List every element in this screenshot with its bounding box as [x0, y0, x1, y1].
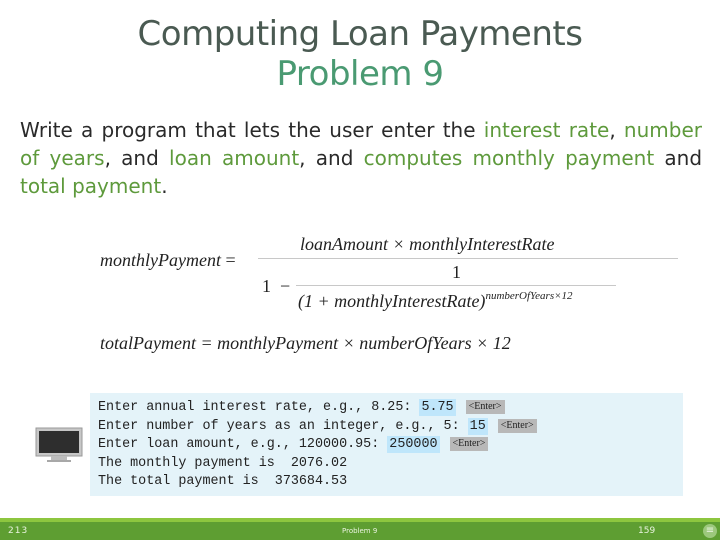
highlighted-term: total payment	[20, 174, 162, 198]
slide-subtitle: Problem 9	[276, 54, 444, 94]
enter-key-label: <Enter>	[497, 418, 537, 433]
formula-inner-numerator: 1	[452, 262, 461, 282]
console-prompt: The total payment is 373684.53	[98, 474, 348, 489]
console-prompt: The monthly payment is 2076.02	[98, 455, 348, 471]
console-prompt: Enter loan amount, e.g., 120000.95:	[98, 437, 388, 452]
console-user-input: 15	[467, 417, 488, 435]
console-prompt: Enter annual interest rate, e.g., 8.25:	[98, 400, 420, 415]
slide-title: Computing Loan Payments Problem 9	[0, 14, 720, 94]
console-user-input: 5.75	[419, 399, 456, 416]
console-line: Enter annual interest rate, e.g., 8.25: …	[98, 399, 505, 417]
footer: 213 Problem 9 159 ≡	[0, 522, 720, 540]
formula-lhs: monthlyPayment =	[100, 250, 236, 270]
footer-title: Problem 9	[342, 527, 378, 535]
highlighted-term: computes monthly payment	[363, 146, 655, 170]
console-line: Enter number of years as an integer, e.g…	[98, 417, 537, 436]
description-text: and	[654, 146, 703, 170]
highlighted-term: interest rate	[483, 118, 610, 142]
page-number: 159	[638, 526, 656, 536]
console-output: Enter annual interest rate, e.g., 8.25: …	[90, 393, 683, 496]
highlighted-term: loan amount	[169, 146, 300, 170]
slide-title-main: Computing Loan Payments	[137, 14, 583, 54]
slide-number: 213	[8, 526, 29, 536]
problem-description: Write a program that lets the user enter…	[20, 116, 702, 200]
description-text: .	[161, 174, 168, 198]
description-text: , and	[299, 146, 364, 170]
formula-inner-denominator: (1 + monthlyInterestRate)numberOfYears×1…	[298, 290, 573, 311]
formula-numerator: loanAmount × monthlyInterestRate	[300, 234, 555, 254]
formula-one: 1 −	[262, 276, 291, 296]
fraction-line	[258, 258, 678, 259]
description-text: ,	[609, 118, 624, 142]
console-line: The total payment is 373684.53	[98, 473, 347, 491]
inner-fraction-line	[296, 285, 616, 286]
console-user-input: 250000	[387, 436, 440, 453]
console-line: The monthly payment is 2076.02	[98, 455, 347, 473]
console-prompt: Enter number of years as an integer, e.g…	[98, 418, 468, 434]
menu-icon[interactable]: ≡	[703, 524, 717, 538]
console-line: Enter loan amount, e.g., 120000.95: 2500…	[98, 436, 489, 454]
description-text: Write a program that lets the user enter…	[20, 118, 484, 142]
description-text: , and	[104, 146, 170, 170]
total-payment-formula: totalPayment = monthlyPayment × numberOf…	[100, 333, 511, 353]
enter-key-label: <Enter>	[449, 437, 489, 451]
monitor-icon	[35, 427, 83, 462]
enter-key-label: <Enter>	[465, 400, 505, 414]
